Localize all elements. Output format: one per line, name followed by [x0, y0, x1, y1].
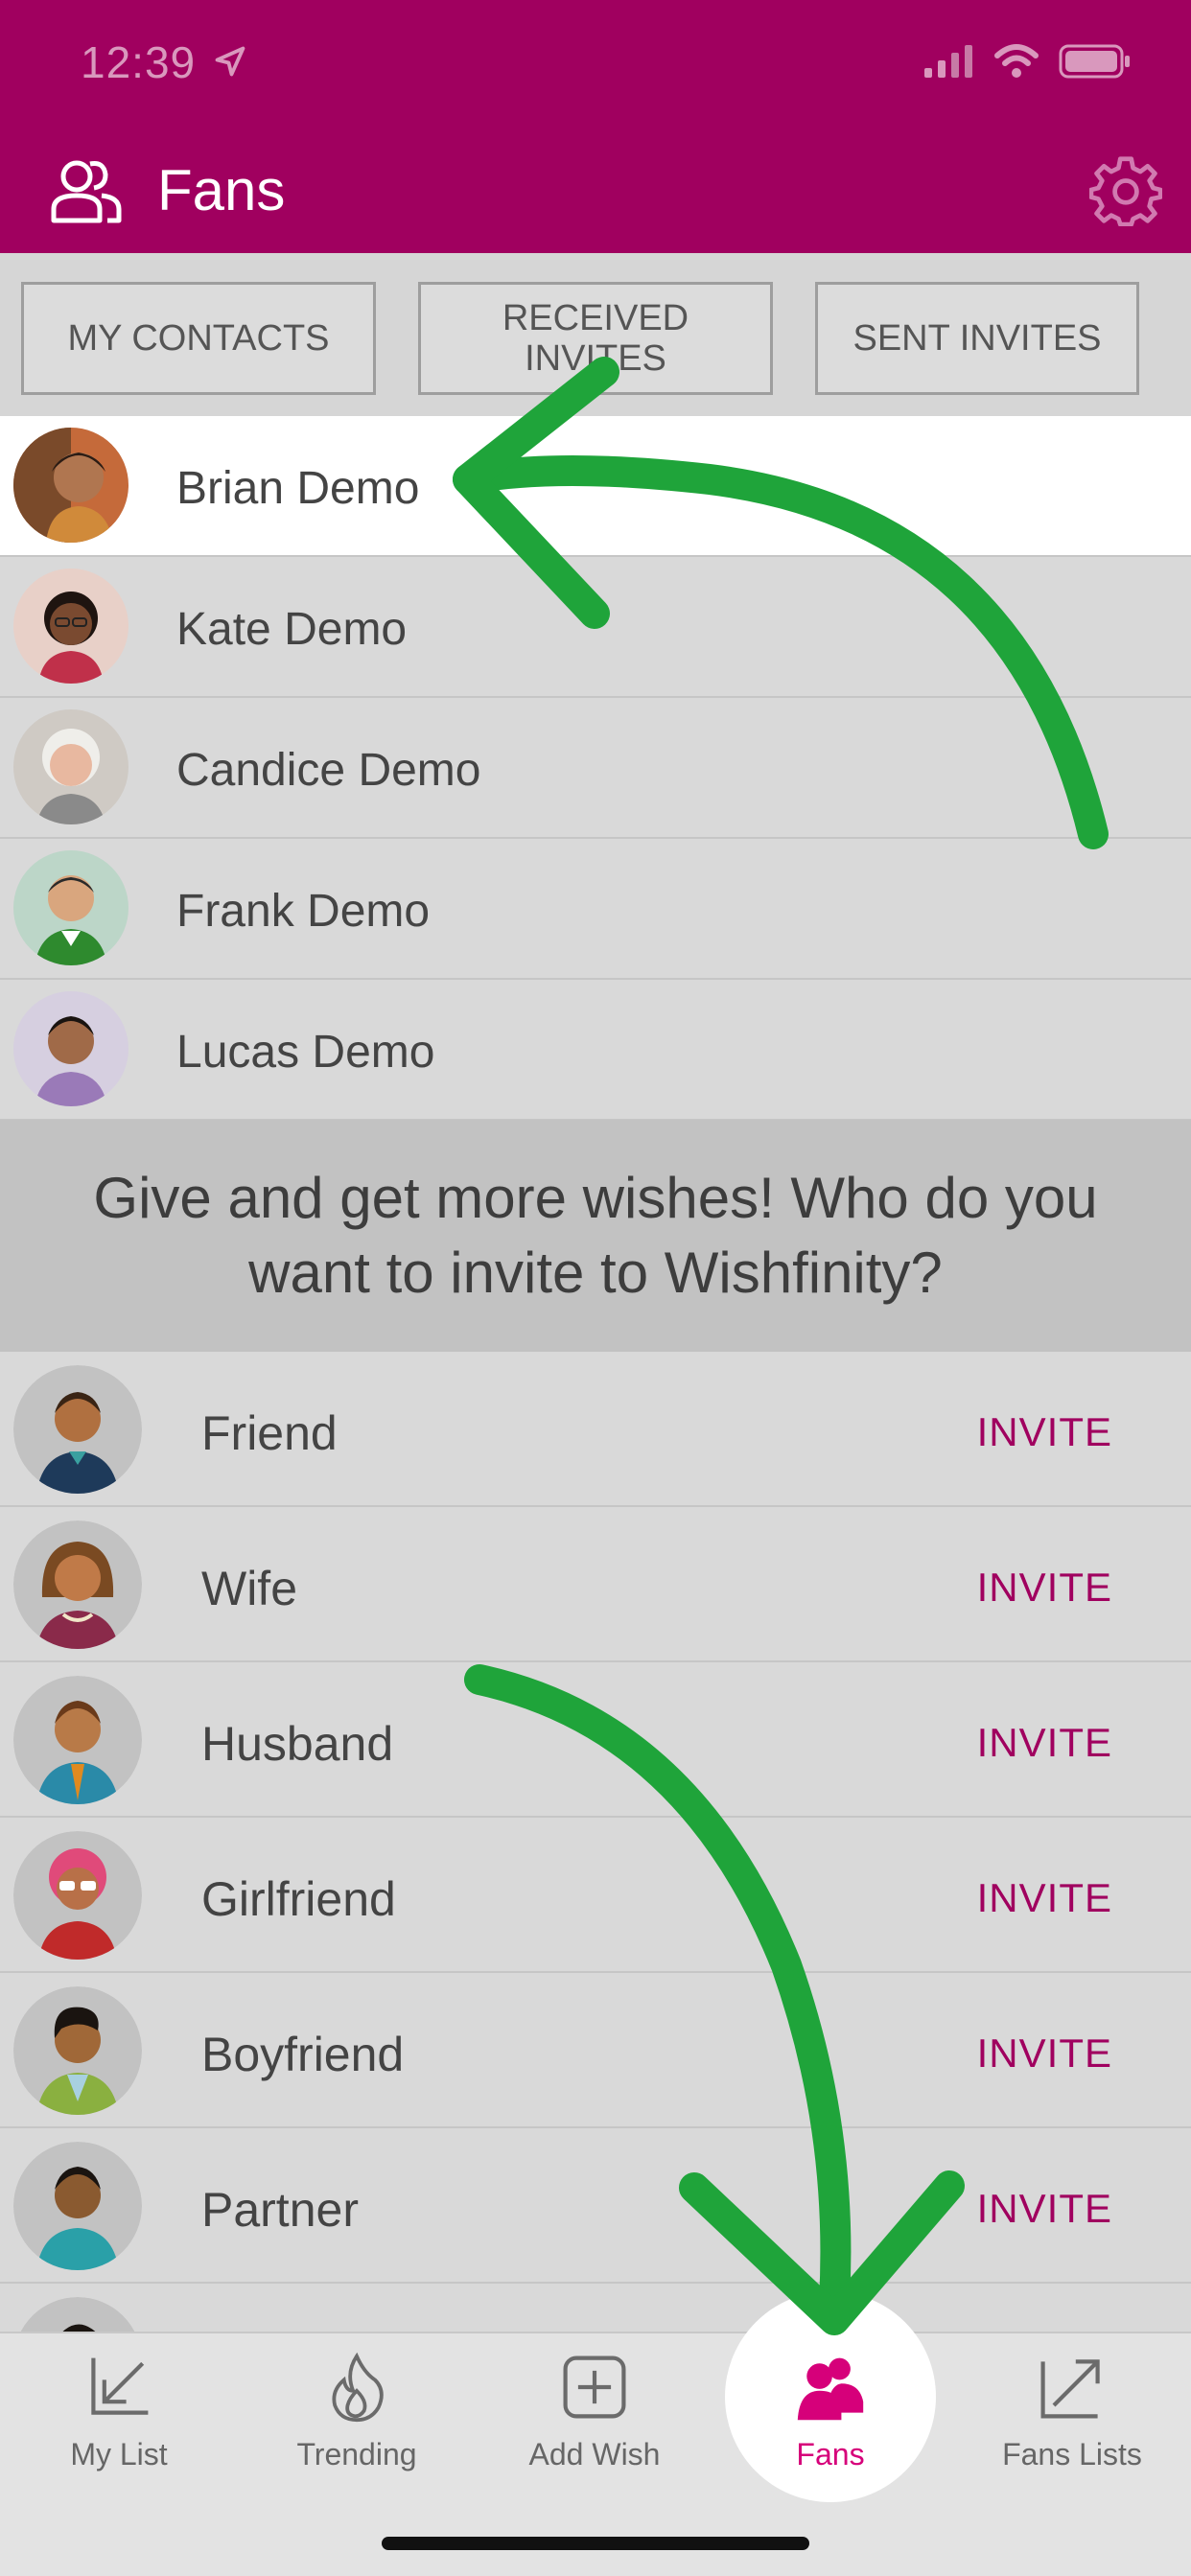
nav-my-list[interactable]: My List — [23, 2351, 215, 2504]
relation-label: Husband — [201, 1717, 394, 1771]
invite-button[interactable]: INVITE — [977, 1720, 1112, 1766]
tab-received-invites[interactable]: RECEIVED INVITES — [418, 282, 773, 395]
status-time: 12:39 — [81, 37, 197, 87]
husband-avatar — [13, 1676, 142, 1804]
contact-name: Kate Demo — [176, 604, 408, 655]
invite-prompt: Give and get more wishes! Who do you wan… — [0, 1120, 1191, 1352]
nav-add-wish[interactable]: Add Wish — [499, 2351, 690, 2504]
nav-label: Fans Lists — [1002, 2437, 1142, 2472]
signal-icon — [924, 45, 972, 78]
girlfriend-avatar — [13, 1831, 142, 1960]
partner-avatar — [13, 2142, 142, 2270]
contact-row[interactable]: Kate Demo — [0, 557, 1191, 698]
invite-row-wife[interactable]: Wife INVITE — [0, 1507, 1191, 1662]
avatar — [13, 428, 128, 543]
nav-fans-lists[interactable]: Fans Lists — [976, 2351, 1168, 2504]
status-indicators — [924, 44, 1132, 79]
page-title: Fans — [157, 158, 286, 222]
arrow-down-left-icon — [91, 2357, 149, 2415]
invite-row-partner[interactable]: Partner INVITE — [0, 2128, 1191, 2284]
relation-label: Girlfriend — [201, 1872, 396, 1926]
segment-tabs: MY CONTACTS RECEIVED INVITES SENT INVITE… — [0, 253, 1191, 416]
app-header: 12:39 Fans — [0, 0, 1191, 253]
contact-name: Lucas Demo — [176, 1027, 435, 1078]
invite-row-girlfriend[interactable]: Girlfriend INVITE — [0, 1818, 1191, 1973]
friend-avatar — [13, 1365, 142, 1494]
nav-label: My List — [70, 2437, 168, 2472]
arrow-up-right-icon — [1040, 2359, 1100, 2419]
wife-avatar — [13, 1520, 142, 1649]
flame-icon — [332, 2352, 384, 2423]
contact-row[interactable]: Candice Demo — [0, 698, 1191, 839]
relation-label: Boyfriend — [201, 2028, 405, 2081]
plus-square-icon — [563, 2356, 626, 2419]
invite-button[interactable]: INVITE — [977, 2031, 1112, 2077]
wifi-icon — [994, 44, 1039, 78]
contact-name: Candice Demo — [176, 745, 481, 796]
location-arrow-icon — [215, 46, 245, 77]
relation-label: Partner — [201, 2183, 359, 2237]
contact-row[interactable]: Lucas Demo — [0, 980, 1191, 1121]
gear-icon[interactable] — [1089, 153, 1162, 226]
users-icon — [797, 2357, 864, 2421]
nav-label: Add Wish — [528, 2437, 661, 2472]
invite-row-boyfriend[interactable]: Boyfriend INVITE — [0, 1973, 1191, 2128]
tab-sent-invites[interactable]: SENT INVITES — [815, 282, 1139, 395]
tab-my-contacts[interactable]: MY CONTACTS — [21, 282, 376, 395]
contact-row[interactable]: Frank Demo — [0, 839, 1191, 980]
invite-button[interactable]: INVITE — [977, 1875, 1112, 1921]
avatar — [13, 991, 128, 1106]
invite-button[interactable]: INVITE — [977, 1409, 1112, 1455]
avatar — [13, 709, 128, 824]
contact-row[interactable]: Brian Demo — [0, 416, 1191, 557]
nav-label: Trending — [296, 2437, 417, 2472]
home-indicator — [382, 2537, 809, 2550]
relation-label: Friend — [201, 1406, 338, 1460]
users-icon — [51, 160, 122, 223]
avatar — [13, 569, 128, 684]
invite-row-husband[interactable]: Husband INVITE — [0, 1662, 1191, 1818]
nav-fans[interactable]: Fans — [735, 2351, 926, 2504]
avatar — [13, 850, 128, 965]
invite-button[interactable]: INVITE — [977, 2186, 1112, 2232]
boyfriend-avatar — [13, 1986, 142, 2115]
contact-name: Brian Demo — [176, 463, 420, 514]
invite-row-friend[interactable]: Friend INVITE — [0, 1352, 1191, 1507]
battery-icon — [1059, 44, 1130, 79]
relation-label: Wife — [201, 1562, 297, 1615]
invite-button[interactable]: INVITE — [977, 1565, 1112, 1611]
nav-label: Fans — [796, 2437, 865, 2472]
nav-trending[interactable]: Trending — [261, 2351, 453, 2504]
contact-name: Frank Demo — [176, 886, 431, 937]
